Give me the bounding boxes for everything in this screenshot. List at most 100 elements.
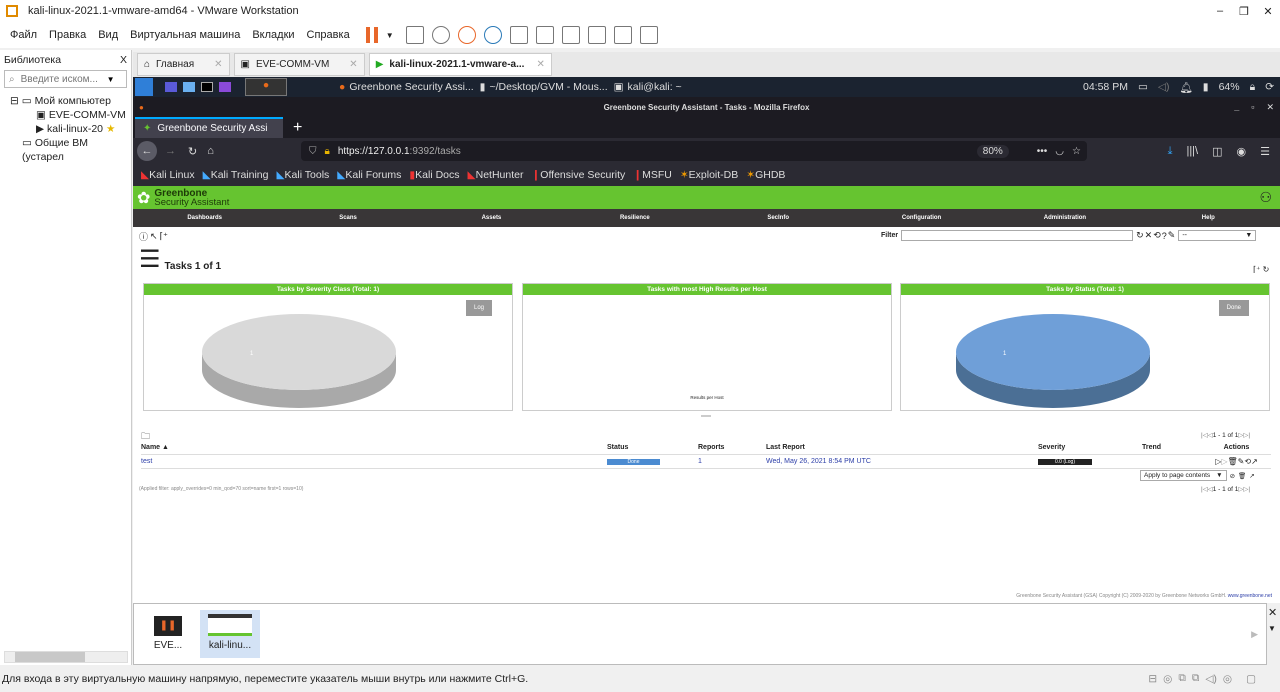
menu-configuration[interactable]: Configuration: [850, 215, 993, 221]
usb-icon[interactable]: ◎: [1223, 673, 1232, 685]
zoom-level[interactable]: 80%: [976, 144, 1009, 158]
first-page-icon[interactable]: |◁: [1201, 485, 1208, 493]
tree-item-eve[interactable]: ▣ EVE-COMM-VM: [10, 108, 131, 122]
bookmark-msfu[interactable]: ❙ MSFU: [633, 169, 672, 181]
snapshot-manager-icon[interactable]: [483, 26, 502, 44]
export-icon[interactable]: ↗: [1249, 472, 1254, 480]
page-actions-icon[interactable]: •••: [1037, 146, 1048, 157]
console-icon[interactable]: [613, 26, 632, 44]
column-reports[interactable]: Reports: [698, 442, 766, 454]
network-icon[interactable]: ⧉: [1178, 672, 1186, 685]
user-icon[interactable]: ⚇: [1259, 189, 1272, 206]
bookmark-kali-forums[interactable]: ◣ Kali Forums: [337, 169, 401, 181]
app-icon[interactable]: [219, 82, 231, 92]
menu-secinfo[interactable]: SecInfo: [707, 215, 850, 221]
lock-icon[interactable]: 🔒︎: [1250, 81, 1256, 94]
column-status[interactable]: Status: [607, 442, 698, 454]
gsa-logo[interactable]: Greenbone Security Assistant: [154, 188, 229, 207]
thumbnail-kali[interactable]: kali-linu...: [200, 610, 260, 658]
sound-icon[interactable]: ◁): [1205, 673, 1217, 685]
menu-file[interactable]: Файл: [4, 29, 43, 41]
filter-select[interactable]: -- ▼: [1178, 230, 1257, 241]
delete-icon[interactable]: 🗑︎: [1238, 472, 1246, 480]
notification-icon[interactable]: 🔔︎: [1179, 81, 1192, 94]
bookmark-nethunter[interactable]: ◣ NetHunter: [468, 169, 524, 181]
close-button[interactable]: ✕: [1256, 5, 1280, 18]
wizard-icon[interactable]: ↖: [150, 231, 158, 242]
pause-icon[interactable]: [365, 27, 378, 43]
thumbnail-eve[interactable]: ❚❚ EVE...: [138, 610, 198, 658]
column-name[interactable]: Name ▲: [141, 442, 607, 454]
refresh-filter-icon[interactable]: ↻: [1136, 230, 1144, 241]
tree-item-kali[interactable]: ▶ kali-linux-20 ★: [10, 122, 131, 136]
library-scrollbar[interactable]: [4, 651, 128, 663]
column-last-report[interactable]: Last Report: [766, 442, 1038, 454]
revert-snapshot-icon[interactable]: [457, 26, 476, 44]
delete-icon[interactable]: 🗑︎: [1228, 457, 1238, 466]
window-button-greenbone[interactable]: ● Greenbone Security Assi...: [339, 81, 474, 93]
display-icon[interactable]: ▭: [1138, 81, 1148, 93]
last-page-icon[interactable]: ▷|: [1243, 485, 1250, 493]
greenbone-logo-icon[interactable]: ✿: [137, 188, 150, 208]
pie-slice[interactable]: [956, 314, 1150, 390]
window-button-terminal[interactable]: ▣ kali@kali: ~: [614, 81, 682, 93]
firefox-taskbar-button[interactable]: ●: [245, 78, 287, 96]
maximize-button[interactable]: ❐: [1232, 5, 1256, 18]
menu-edit[interactable]: Правка: [43, 29, 92, 41]
last-page-icon[interactable]: ▷|: [1243, 431, 1250, 439]
close-icon[interactable]: ✕: [536, 59, 544, 70]
new-task-icon[interactable]: ⌈⁺: [160, 231, 168, 242]
thumbnail-bar-icon[interactable]: [535, 26, 554, 44]
tab-home[interactable]: ⌂ Главная ✕: [137, 53, 230, 76]
terminal-icon[interactable]: [201, 82, 213, 92]
bookmark-offsec[interactable]: ❙ Offensive Security: [531, 169, 625, 181]
back-button[interactable]: ←: [137, 141, 157, 161]
scroll-right-icon[interactable]: ▶: [1251, 629, 1258, 640]
pocket-icon[interactable]: ◡: [1055, 146, 1064, 157]
volume-icon[interactable]: ◁): [1158, 81, 1170, 93]
clear-filter-icon[interactable]: ✕: [1145, 230, 1153, 241]
vm-display[interactable]: ● ● Greenbone Security Assi... ▮ ~/Desktop…: [133, 77, 1280, 603]
downloads-icon[interactable]: ⤓: [1168, 145, 1173, 158]
filter-input[interactable]: [901, 230, 1134, 241]
help-icon[interactable]: ⓘ: [139, 230, 148, 243]
bookmark-exploit-db[interactable]: ✶ Exploit-DB: [680, 169, 738, 181]
kali-menu-icon[interactable]: [135, 78, 153, 96]
notes-icon[interactable]: ▢: [1246, 673, 1256, 685]
hard-disk-icon[interactable]: ⊟: [1148, 673, 1157, 685]
menu-administration[interactable]: Administration: [993, 215, 1136, 221]
minimize-button[interactable]: _: [1234, 102, 1239, 112]
thumbnail-close-button[interactable]: ✕: [1268, 606, 1277, 619]
menu-vm[interactable]: Виртуальная машина: [124, 29, 246, 41]
unity-icon[interactable]: [587, 26, 606, 44]
library-icon[interactable]: |||\: [1186, 145, 1198, 157]
clock[interactable]: 04:58 PM: [1083, 81, 1128, 93]
reset-dashboard-icon[interactable]: ↻: [1263, 265, 1270, 274]
reload-button[interactable]: ↻: [188, 145, 197, 158]
greenbone-link[interactable]: www.greenbone.net: [1228, 593, 1272, 599]
bookmark-kali-linux[interactable]: ◣ Kali Linux: [141, 169, 195, 181]
close-button[interactable]: ✕: [1266, 102, 1274, 113]
window-button-mousepad[interactable]: ▮ ~/Desktop/GVM - Mous...: [480, 81, 608, 93]
column-trend[interactable]: Trend: [1142, 442, 1202, 454]
resize-handle[interactable]: [701, 415, 711, 417]
library-view-icon[interactable]: [509, 26, 528, 44]
send-keys-icon[interactable]: [405, 26, 424, 44]
last-report-link[interactable]: Wed, May 26, 2021 8:54 PM UTC: [766, 458, 871, 465]
close-icon[interactable]: ✕: [214, 59, 222, 70]
bookmark-ghdb[interactable]: ✶ GHDB: [746, 169, 785, 181]
new-tab-button[interactable]: +: [293, 119, 302, 137]
thumbnail-menu-icon[interactable]: ▼: [1268, 624, 1276, 633]
dropdown-icon[interactable]: ▼: [386, 31, 394, 40]
tag-icon[interactable]: ⊘: [1230, 472, 1235, 480]
forward-button[interactable]: →: [165, 145, 176, 157]
menu-tabs[interactable]: Вкладки: [246, 29, 300, 41]
sidebar-icon[interactable]: ◫: [1212, 145, 1222, 158]
bookmark-kali-tools[interactable]: ◣ Kali Tools: [276, 169, 329, 181]
files-icon[interactable]: [183, 82, 195, 92]
menu-help[interactable]: Справка: [301, 29, 356, 41]
add-dashboard-icon[interactable]: ⌈⁺: [1253, 265, 1260, 274]
menu-view[interactable]: Вид: [92, 29, 124, 41]
minimize-button[interactable]: –: [1208, 5, 1232, 17]
first-page-icon[interactable]: |◁: [1201, 431, 1208, 439]
